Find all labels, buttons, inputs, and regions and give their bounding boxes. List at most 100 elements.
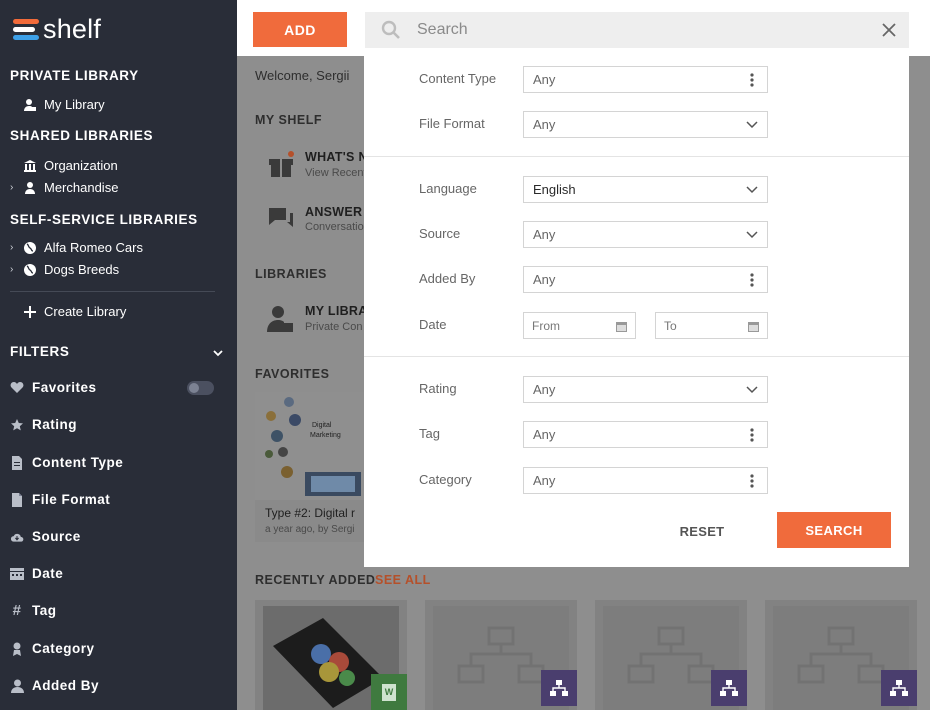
- search-input[interactable]: [417, 21, 879, 39]
- reset-button[interactable]: RESET: [662, 514, 742, 548]
- search-bar: [365, 12, 909, 48]
- file-format-select[interactable]: Any: [523, 111, 768, 138]
- tag-label: Tag: [419, 426, 440, 441]
- star-icon: [10, 418, 24, 432]
- added-by-row: Added By Any: [364, 266, 909, 293]
- institution-icon: [22, 159, 38, 173]
- filter-date[interactable]: Date: [10, 566, 63, 581]
- add-button[interactable]: ADD: [253, 12, 347, 47]
- added-by-select[interactable]: Any: [523, 266, 768, 293]
- document-icon: [10, 455, 24, 470]
- filter-source[interactable]: Source: [10, 529, 81, 544]
- more-vertical-icon: [746, 273, 758, 287]
- user-icon: [10, 679, 24, 693]
- chevron-right-icon[interactable]: ›: [10, 264, 22, 275]
- sidebar-item-merchandise[interactable]: › Merchandise: [10, 180, 118, 195]
- sidebar-divider: [10, 291, 215, 292]
- chevron-right-icon[interactable]: ›: [10, 242, 22, 253]
- favorites-title: FAVORITES: [255, 367, 330, 381]
- date-from-input[interactable]: From: [523, 312, 636, 339]
- hierarchy-icon: [711, 670, 747, 706]
- shelf-logo[interactable]: shelf: [13, 14, 101, 44]
- language-select[interactable]: English: [523, 176, 768, 203]
- filter-favorites[interactable]: Favorites: [10, 380, 97, 395]
- search-icon[interactable]: [381, 20, 401, 40]
- filter-content-type[interactable]: Content Type: [10, 455, 123, 470]
- shared-libraries-title: SHARED LIBRARIES: [10, 128, 154, 143]
- whats-new-sub: View Recent: [305, 167, 367, 179]
- filter-category[interactable]: Category: [10, 641, 95, 656]
- hierarchy-icon: [881, 670, 917, 706]
- language-row: Language English: [364, 176, 909, 203]
- calendar-icon: [10, 567, 24, 581]
- library-lock-icon: [267, 305, 293, 338]
- calendar-icon: [748, 321, 759, 332]
- hash-icon: #: [12, 602, 22, 619]
- word-doc-icon: W: [382, 683, 396, 701]
- source-row: Source Any: [364, 221, 909, 248]
- recent-item[interactable]: [425, 600, 577, 710]
- create-library-button[interactable]: Create Library: [24, 304, 126, 319]
- recently-added-title: RECENTLY ADDED: [255, 573, 376, 587]
- tag-row: Tag Any: [364, 421, 909, 448]
- category-row: Category Any: [364, 467, 909, 494]
- logo-text: shelf: [43, 14, 102, 44]
- chevron-down-icon[interactable]: [212, 345, 224, 363]
- close-icon[interactable]: [879, 20, 899, 40]
- category-select[interactable]: Any: [523, 467, 768, 494]
- favorite-title: Type #2: Digital r: [265, 506, 356, 520]
- favorite-card[interactable]: Digital Marketing Type #2: Digital r a y…: [255, 392, 365, 542]
- rating-row: Rating Any: [364, 376, 909, 403]
- gift-icon: [267, 151, 295, 182]
- filter-label: Rating: [32, 417, 77, 432]
- filter-label: Source: [32, 529, 81, 544]
- select-value: Any: [533, 382, 556, 397]
- top-bar: ADD: [237, 0, 930, 56]
- answer-title[interactable]: ANSWER I: [305, 205, 370, 219]
- sidebar-item-label: Dogs Breeds: [44, 262, 120, 277]
- tag-select[interactable]: Any: [523, 421, 768, 448]
- whats-new-title[interactable]: WHAT'S N: [305, 150, 368, 164]
- my-library-card-title[interactable]: MY LIBRA: [305, 304, 368, 318]
- date-to-input[interactable]: To: [655, 312, 768, 339]
- sidebar-item-label: Organization: [44, 158, 118, 173]
- filter-label: Date: [32, 566, 64, 581]
- chevron-right-icon[interactable]: ›: [10, 182, 22, 193]
- source-select[interactable]: Any: [523, 221, 768, 248]
- file-format-label: File Format: [419, 116, 485, 131]
- filter-file-format[interactable]: File Format: [10, 492, 110, 507]
- create-library-label: Create Library: [44, 304, 127, 319]
- content-type-select[interactable]: Any: [523, 66, 768, 93]
- sidebar-item-my-library[interactable]: My Library: [10, 97, 105, 112]
- date-row: Date From To: [364, 312, 909, 339]
- filter-rating[interactable]: Rating: [10, 417, 77, 432]
- filter-label: Tag: [32, 603, 57, 618]
- filter-added-by[interactable]: Added By: [10, 678, 99, 693]
- filter-tag[interactable]: # Tag: [10, 602, 57, 619]
- search-button[interactable]: SEARCH: [777, 512, 891, 548]
- source-label: Source: [419, 226, 461, 241]
- date-label: Date: [419, 317, 447, 332]
- section-divider: [364, 356, 909, 357]
- more-vertical-icon: [746, 474, 758, 488]
- select-value: Any: [533, 117, 556, 132]
- heart-icon: [10, 381, 24, 395]
- date-from-placeholder: From: [532, 318, 560, 333]
- sidebar-item-organization[interactable]: Organization: [10, 158, 118, 173]
- category-icon: [10, 642, 24, 656]
- globe-icon: [22, 263, 38, 277]
- advanced-search-panel: Content Type Any File Format Any Languag…: [364, 56, 909, 567]
- select-value: Any: [533, 272, 556, 287]
- libraries-title: LIBRARIES: [255, 267, 327, 281]
- recent-item[interactable]: W: [255, 600, 407, 710]
- sidebar-item-dogs-breeds[interactable]: › Dogs Breeds: [10, 262, 119, 277]
- cloud-icon: [10, 530, 24, 544]
- recent-item[interactable]: [765, 600, 917, 710]
- sidebar-item-alfa-romeo[interactable]: › Alfa Romeo Cars: [10, 240, 143, 255]
- recent-item[interactable]: [595, 600, 747, 710]
- favorites-toggle[interactable]: [187, 381, 214, 395]
- see-all-link[interactable]: SEE ALL: [375, 573, 431, 587]
- more-vertical-icon: [746, 73, 758, 87]
- rating-select[interactable]: Any: [523, 376, 768, 403]
- language-label: Language: [419, 181, 477, 196]
